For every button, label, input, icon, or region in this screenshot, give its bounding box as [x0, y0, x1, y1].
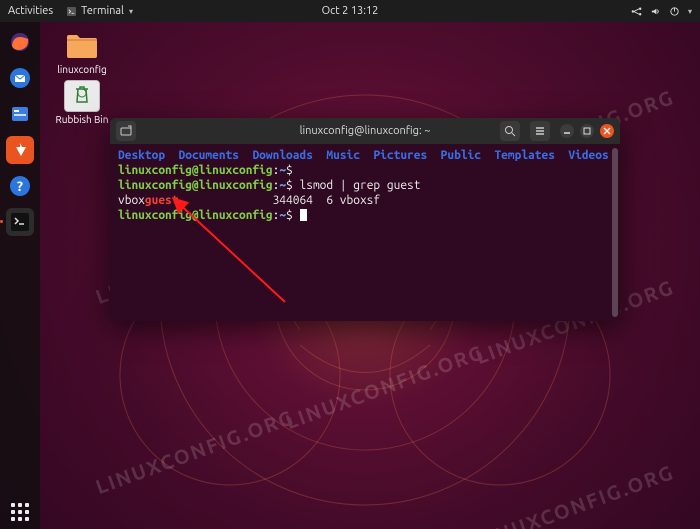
dock-thunderbird[interactable]: [6, 64, 34, 92]
dock-help[interactable]: ?: [6, 172, 34, 200]
folder-icon: [64, 30, 100, 62]
desktop-icon-label: linuxconfig: [57, 64, 107, 75]
software-icon: [11, 141, 29, 159]
terminal-scrollbar[interactable]: [612, 148, 618, 317]
output-line: vboxguest 344064 6 vboxsf: [118, 194, 380, 207]
firefox-icon: [9, 31, 31, 53]
app-menu-label: Terminal: [81, 5, 124, 17]
chevron-down-icon: ▾: [129, 7, 133, 16]
terminal-app-icon: [67, 7, 76, 16]
svg-text:?: ?: [17, 178, 23, 194]
prompt-line-2: linuxconfig@linuxconfig:~$ lsmod | grep …: [118, 179, 420, 192]
dock-firefox[interactable]: [6, 28, 34, 56]
desktop-icon-rubbish-bin[interactable]: Rubbish Bin: [52, 80, 112, 125]
chevron-down-icon: ▾: [688, 7, 692, 16]
activities-button[interactable]: Activities: [8, 5, 53, 17]
dock-terminal[interactable]: [6, 208, 34, 236]
new-tab-icon: [120, 125, 132, 137]
new-tab-button[interactable]: [116, 121, 136, 141]
clock[interactable]: Oct 2 13:12: [322, 5, 379, 17]
close-icon: [603, 127, 611, 135]
terminal-titlebar[interactable]: linuxconfig@linuxconfig: ~: [110, 118, 620, 144]
desktop-icon-label: Rubbish Bin: [56, 114, 109, 125]
top-panel: Activities Terminal ▾ Oct 2 13:12 ▾: [0, 0, 700, 22]
close-button[interactable]: [600, 124, 614, 138]
cursor: [300, 209, 307, 221]
command-text: lsmod | grep guest: [300, 179, 421, 192]
trash-icon: [64, 80, 100, 112]
search-icon: [504, 125, 516, 137]
show-apps-button[interactable]: [11, 503, 29, 521]
help-icon: ?: [9, 175, 31, 197]
minimize-button[interactable]: [560, 124, 574, 138]
app-menu[interactable]: Terminal ▾: [67, 5, 133, 17]
prompt-line-3: linuxconfig@linuxconfig:~$: [118, 209, 307, 222]
network-icon: [631, 6, 642, 17]
prompt-line-1: linuxconfig@linuxconfig:~$: [118, 164, 300, 177]
desktop-icon-linuxconfig[interactable]: linuxconfig: [52, 30, 112, 75]
desktop-root: LINUXCONFIG.ORG LINUXCONFIG.ORG LINUXCON…: [0, 0, 700, 529]
terminal-body[interactable]: Desktop Documents Downloads Music Pictur…: [110, 144, 620, 321]
dock-files[interactable]: [6, 100, 34, 128]
hamburger-icon: [534, 125, 546, 137]
maximize-button[interactable]: [580, 124, 594, 138]
terminal-window: linuxconfig@linuxconfig: ~ Desktop Docum…: [110, 118, 620, 321]
maximize-icon: [583, 127, 591, 135]
menu-button[interactable]: [530, 121, 550, 141]
dock-software[interactable]: [6, 136, 34, 164]
power-icon: [669, 6, 680, 17]
search-button[interactable]: [500, 121, 520, 141]
running-indicator: [0, 220, 3, 223]
window-title: linuxconfig@linuxconfig: ~: [300, 125, 431, 137]
terminal-icon: [11, 213, 29, 231]
dock: ?: [0, 22, 40, 529]
files-icon: [9, 103, 31, 125]
volume-icon: [650, 6, 661, 17]
thunderbird-icon: [9, 67, 31, 89]
ls-output-line: Desktop Documents Downloads Music Pictur…: [118, 149, 609, 162]
system-status-area[interactable]: ▾: [631, 6, 692, 17]
minimize-icon: [563, 127, 571, 135]
